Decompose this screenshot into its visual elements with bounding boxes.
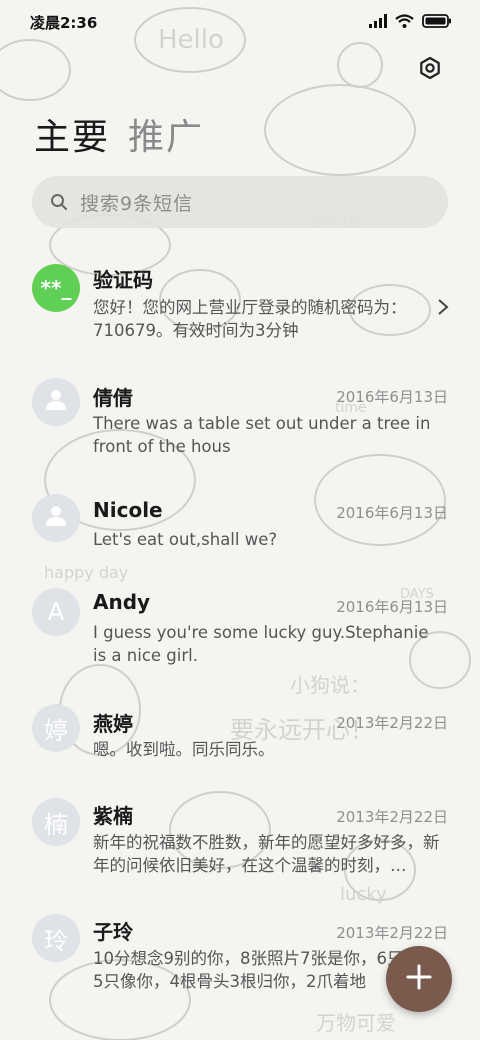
conversation-date: 2013年2月22日: [336, 924, 448, 942]
settings-button[interactable]: [416, 56, 444, 84]
battery-icon: [422, 13, 452, 32]
avatar: 玲: [32, 914, 80, 962]
search-input[interactable]: 搜索9条短信: [32, 176, 448, 228]
conversation-name: Andy: [93, 590, 151, 614]
conversation-preview: 嗯。收到啦。同乐同乐。: [93, 740, 275, 759]
status-bar: 凌晨2:36: [0, 0, 480, 44]
conversation-name: 紫楠: [93, 804, 133, 828]
conversation-name: 验证码: [93, 268, 153, 292]
conversation-item[interactable]: A Andy 2016年6月13日 I guess you're some lu…: [0, 588, 480, 688]
conversation-date: 2016年6月13日: [336, 504, 448, 522]
wifi-icon: [395, 13, 414, 32]
conversation-preview: There was a table set out under a tree i…: [93, 414, 431, 456]
avatar: **_: [32, 264, 80, 312]
signal-icon: [369, 13, 387, 32]
status-time: 凌晨2:36: [30, 14, 98, 32]
settings-icon: [418, 56, 442, 84]
search-icon: [50, 193, 68, 211]
avatar-initials: **_: [40, 276, 72, 300]
avatar: A: [32, 588, 80, 636]
conversation-item[interactable]: Nicole 2016年6月13日 Let's eat out,shall we…: [0, 494, 480, 574]
conversation-date: 2013年2月22日: [336, 714, 448, 732]
person-icon: [44, 387, 68, 417]
conversation-date: 2013年2月22日: [336, 808, 448, 826]
conversation-preview: 您好！您的网上营业厅登录的随机密码为：710679。有效时间为3分钟: [93, 298, 407, 340]
conversation-preview: 新年的祝福数不胜数，新年的愿望好多好多，新年的问候依旧美好，在这个温馨的时刻，…: [93, 833, 440, 875]
plus-icon: [405, 963, 433, 995]
conversation-name: 燕婷: [93, 712, 133, 736]
tab-primary[interactable]: 主要: [34, 108, 110, 160]
status-icons: [369, 13, 452, 31]
avatar: [32, 494, 80, 542]
new-message-button[interactable]: [386, 946, 452, 1012]
avatar: 婷: [32, 704, 80, 752]
conversation-name: 倩倩: [93, 386, 133, 410]
conversation-item[interactable]: 倩倩 2016年6月13日 There was a table set out …: [0, 378, 480, 478]
doodle-text-everything-lovely: 万物可爱: [316, 1011, 396, 1035]
search-placeholder: 搜索9条短信: [80, 192, 194, 215]
conversation-date: 2016年6月13日: [336, 598, 448, 616]
tab-promotions[interactable]: 推广: [128, 108, 204, 160]
conversation-name: Nicole: [93, 498, 163, 522]
conversation-preview: I guess you're some lucky guy.Stephanie …: [93, 623, 429, 665]
avatar-initial: 玲: [44, 926, 68, 955]
avatar-initial: 婷: [44, 716, 68, 745]
avatar: [32, 378, 80, 426]
conversation-item[interactable]: 婷 燕婷 2013年2月22日 嗯。收到啦。同乐同乐。: [0, 704, 480, 784]
avatar-initial: 楠: [44, 810, 68, 839]
avatar: 楠: [32, 798, 80, 846]
conversation-preview: Let's eat out,shall we?: [93, 530, 278, 549]
avatar-initial: A: [47, 598, 65, 626]
conversation-item[interactable]: 楠 紫楠 2013年2月22日 新年的祝福数不胜数，新年的愿望好多好多，新年的问…: [0, 798, 480, 898]
conversation-name: 子玲: [93, 920, 133, 944]
tab-bar: 主要 推广: [34, 108, 204, 158]
person-icon: [44, 503, 68, 533]
conversation-date: 2016年6月13日: [336, 388, 448, 406]
conversation-item-verification[interactable]: **_ 验证码 您好！您的网上营业厅登录的随机密码为：710679。有效时间为3…: [0, 258, 480, 358]
chevron-right-icon: [436, 298, 450, 316]
